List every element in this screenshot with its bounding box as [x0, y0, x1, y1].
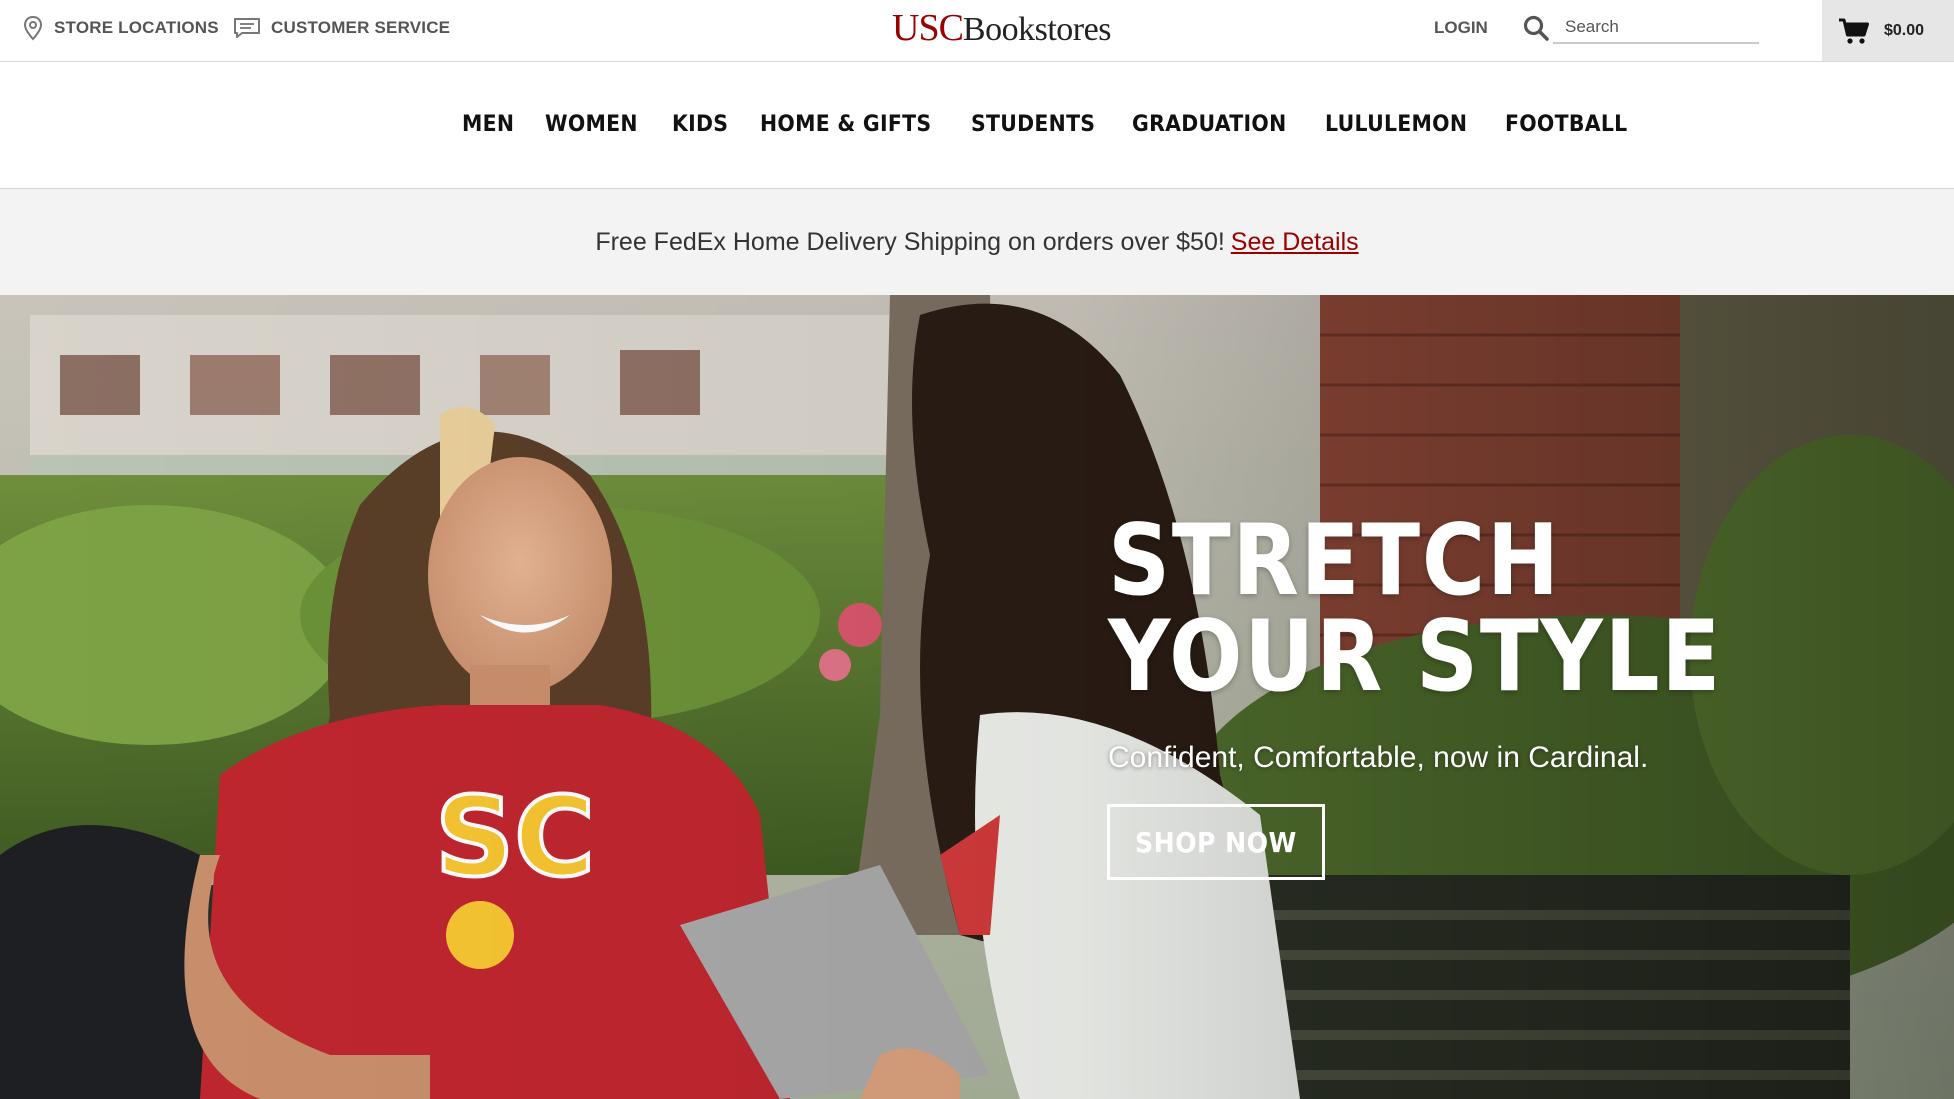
nav-item-women[interactable]: WOMEN — [545, 112, 638, 137]
hero-title: STRETCH YOUR STYLE — [1108, 504, 1723, 714]
search-icon[interactable] — [1522, 14, 1550, 42]
store-locations-label: STORE LOCATIONS — [54, 18, 219, 37]
shop-now-label: SHOP NOW — [1135, 825, 1297, 859]
logo-usc-text: USC — [892, 7, 964, 49]
nav-item-students[interactable]: STUDENTS — [971, 112, 1095, 137]
logo-bookstores-text: Bookstores — [962, 11, 1112, 48]
promo-message: Free FedEx Home Delivery Shipping on ord… — [595, 227, 1225, 256]
nav-item-football[interactable]: FOOTBALL — [1505, 112, 1627, 137]
chat-icon — [234, 18, 260, 38]
main-nav-list: MEN WOMEN KIDS HOME & GIFTS STUDENTS GRA… — [462, 112, 1636, 137]
hero-text-block: STRETCH YOUR STYLE Confident, Comfortabl… — [1108, 504, 1806, 775]
usc-bookstores-logo[interactable]: USC Bookstores — [892, 6, 1111, 54]
shipping-promo-banner: Free FedEx Home Delivery Shipping on ord… — [0, 189, 1954, 295]
customer-service-link[interactable]: CUSTOMER SERVICE — [233, 0, 450, 56]
cart-total: $0.00 — [1884, 21, 1925, 39]
see-details-link[interactable]: See Details — [1231, 228, 1359, 257]
store-locations-link[interactable]: STORE LOCATIONS — [22, 0, 219, 56]
map-pin-icon — [23, 15, 43, 41]
customer-service-label: CUSTOMER SERVICE — [271, 18, 451, 37]
search-field — [1553, 12, 1759, 44]
login-link[interactable]: LOGIN — [1434, 0, 1488, 56]
nav-item-men[interactable]: MEN — [462, 112, 514, 137]
cart-button[interactable]: $0.00 — [1822, 0, 1954, 61]
nav-item-home-gifts[interactable]: HOME & GIFTS — [760, 112, 931, 137]
cart-icon — [1839, 18, 1869, 44]
hero-banner[interactable]: SC STRETCH YOUR STYLE Confident, Comfort… — [0, 295, 1954, 1099]
main-navigation: MEN WOMEN KIDS HOME & GIFTS STUDENTS GRA… — [0, 62, 1954, 189]
hero-title-line-2: YOUR STYLE — [1108, 600, 1723, 714]
shop-now-button[interactable]: SHOP NOW — [1107, 804, 1325, 880]
hero-title-line-1: STRETCH — [1108, 504, 1561, 618]
top-utility-bar: STORE LOCATIONS CUSTOMER SERVICE USC Boo… — [0, 0, 1954, 62]
nav-item-kids[interactable]: KIDS — [672, 112, 728, 137]
hero-subtitle: Confident, Comfortable, now in Cardinal. — [1108, 741, 1649, 774]
nav-item-lululemon[interactable]: LULULEMON — [1325, 112, 1467, 137]
nav-item-graduation[interactable]: GRADUATION — [1132, 112, 1286, 137]
search-input[interactable] — [1553, 12, 1759, 42]
